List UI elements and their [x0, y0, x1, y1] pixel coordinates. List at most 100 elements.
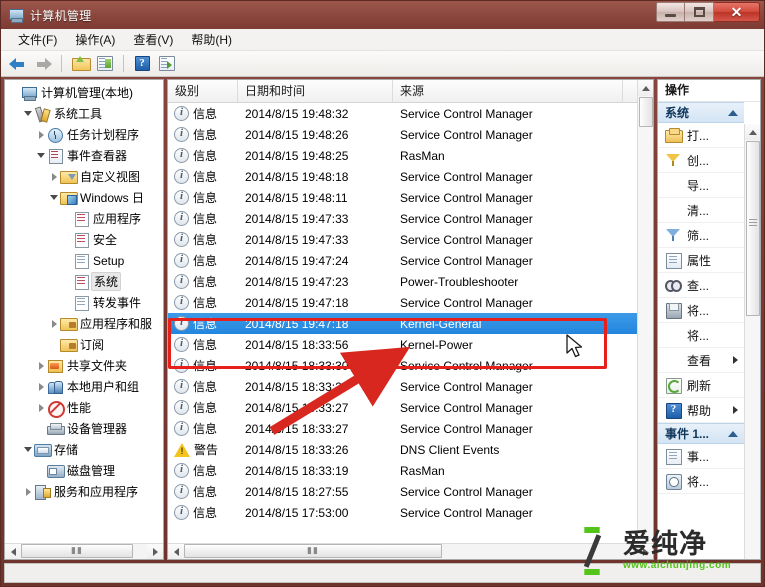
column-source[interactable]: 来源: [393, 80, 623, 103]
chevron-right-icon[interactable]: [48, 172, 60, 181]
chevron-up-icon[interactable]: [728, 430, 738, 437]
event-row[interactable]: 信息 2014/8/15 18:27:55 Service Control Mana…: [168, 481, 653, 502]
action-open-saved-log[interactable]: 打...: [658, 123, 744, 148]
event-row[interactable]: 信息 2014/8/15 18:33:19 RasMan: [168, 460, 653, 481]
tree-node-device-manager[interactable]: 设备管理器: [5, 418, 163, 439]
event-row[interactable]: 信息 2014/8/15 18:33:27 Service Control Mana…: [168, 418, 653, 439]
chevron-down-icon[interactable]: [35, 153, 47, 158]
event-row[interactable]: 信息 2014/8/15 18:33:30 Service Control Mana…: [168, 355, 653, 376]
event-row[interactable]: 信息 2014/8/15 19:47:24 Service Control Mana…: [168, 250, 653, 271]
chevron-right-icon[interactable]: [35, 403, 47, 412]
event-row[interactable]: 信息 2014/8/15 19:48:26 Service Control Mana…: [168, 124, 653, 145]
chevron-right-icon[interactable]: [22, 487, 34, 496]
tree-node-services-and-applications[interactable]: 服务和应用程序: [5, 481, 163, 502]
menu-help[interactable]: 帮助(H): [182, 29, 241, 50]
event-row[interactable]: 信息 2014/8/15 19:48:25 RasMan: [168, 145, 653, 166]
column-level[interactable]: 级别: [168, 80, 238, 103]
maximize-button[interactable]: [685, 2, 714, 22]
tree-scroll-track[interactable]: ▮▮: [21, 543, 147, 560]
action-group-system[interactable]: 系统: [658, 102, 744, 123]
back-button[interactable]: [7, 53, 29, 74]
tree-node-storage[interactable]: 存储: [5, 439, 163, 460]
event-row[interactable]: 信息 2014/8/15 19:47:23 Power-Troubleshooter: [168, 271, 653, 292]
help-button[interactable]: ?: [131, 53, 153, 74]
tree-node-windows-logs[interactable]: Windows 日: [5, 187, 163, 208]
tree-node-setup-log[interactable]: Setup: [5, 250, 163, 271]
tree-horizontal-scrollbar[interactable]: ▮▮: [5, 543, 163, 559]
chevron-down-icon[interactable]: [22, 111, 34, 116]
tree-node-performance[interactable]: 性能: [5, 397, 163, 418]
list-scroll-thumb[interactable]: ▮▮: [184, 543, 442, 558]
event-row[interactable]: 信息 2014/8/15 18:33:29 Service Control Mana…: [168, 376, 653, 397]
up-one-level-button[interactable]: [69, 53, 91, 74]
list-scroll-left-button[interactable]: [168, 543, 184, 559]
action-group-event[interactable]: 事件 1...: [658, 423, 744, 444]
action-find[interactable]: 查...: [658, 273, 744, 298]
action-help[interactable]: 帮助: [658, 398, 744, 423]
event-row[interactable]: 信息 2014/8/15 19:48:11 Service Control Mana…: [168, 187, 653, 208]
action-view[interactable]: 查看: [658, 348, 744, 373]
event-row[interactable]: 信息 2014/8/15 19:47:33 Service Control Mana…: [168, 208, 653, 229]
event-row[interactable]: 信息 2014/8/15 18:33:27 Service Control Mana…: [168, 397, 653, 418]
tree-node-computer-management[interactable]: 计算机管理(本地): [5, 82, 163, 103]
list-scroll-up-button[interactable]: [638, 80, 653, 96]
menu-action[interactable]: 操作(A): [66, 29, 124, 50]
tree-node-applications-and-services-logs[interactable]: 应用程序和服: [5, 313, 163, 334]
tree-scroll-right-button[interactable]: [147, 543, 163, 559]
event-source-cell: Service Control Manager: [400, 505, 533, 520]
action-create-custom-view[interactable]: 创...: [658, 148, 744, 173]
tree-node-local-users-and-groups[interactable]: 本地用户和组: [5, 376, 163, 397]
close-button[interactable]: ✕: [714, 2, 760, 22]
forward-button[interactable]: [32, 53, 54, 74]
column-date-time[interactable]: 日期和时间: [238, 80, 393, 103]
tree-node-security-log[interactable]: 安全: [5, 229, 163, 250]
menu-view[interactable]: 查看(V): [124, 29, 182, 50]
chevron-right-icon[interactable]: [48, 319, 60, 328]
tree-scroll-thumb[interactable]: ▮▮: [21, 543, 133, 558]
chevron-right-icon[interactable]: [35, 361, 47, 370]
action-save-events-as[interactable]: 将...: [658, 298, 744, 323]
action-attach-task-to-event[interactable]: 将...: [658, 469, 744, 494]
tree-node-custom-views[interactable]: 自定义视图: [5, 166, 163, 187]
menu-file[interactable]: 文件(F): [9, 29, 66, 50]
event-row[interactable]: 信息 2014/8/15 19:48:32 Service Control Mana…: [168, 103, 653, 124]
tree-node-system-tools[interactable]: 系统工具: [5, 103, 163, 124]
event-row[interactable]: 信息 2014/8/15 18:33:56 Kernel-Power: [168, 334, 653, 355]
list-vertical-scroll-thumb[interactable]: [639, 97, 653, 127]
tree-node-subscriptions[interactable]: 订阅: [5, 334, 163, 355]
actions-vertical-scrollbar[interactable]: [744, 124, 760, 559]
tree-node-event-viewer[interactable]: 事件查看器: [5, 145, 163, 166]
event-row[interactable]: 信息 2014/8/15 19:47:33 Service Control Mana…: [168, 229, 653, 250]
event-row[interactable]: 信息 2014/8/15 17:53:00 Service Control Mana…: [168, 502, 653, 523]
action-import-custom-view[interactable]: 导...: [658, 173, 744, 198]
chevron-right-icon[interactable]: [35, 130, 47, 139]
list-vertical-scrollbar[interactable]: [637, 80, 653, 542]
action-properties[interactable]: 属性: [658, 248, 744, 273]
event-row[interactable]: 警告 2014/8/15 18:33:26 DNS Client Events: [168, 439, 653, 460]
minimize-button[interactable]: [656, 2, 685, 22]
chevron-down-icon[interactable]: [22, 447, 34, 452]
event-row[interactable]: 信息 2014/8/15 19:47:18 Service Control Mana…: [168, 292, 653, 313]
event-row[interactable]: 信息 2014/8/15 19:47:18 Kernel-General: [168, 313, 653, 334]
tree-node-disk-management[interactable]: 磁盘管理: [5, 460, 163, 481]
action-refresh[interactable]: 刷新: [658, 373, 744, 398]
tree-node-task-scheduler[interactable]: 任务计划程序: [5, 124, 163, 145]
event-row[interactable]: 信息 2014/8/15 19:48:18 Service Control Mana…: [168, 166, 653, 187]
tree-node-system-log[interactable]: 系统: [5, 271, 163, 292]
properties-button[interactable]: [94, 53, 116, 74]
chevron-right-icon[interactable]: [35, 382, 47, 391]
action-attach-task-to-log[interactable]: 将...: [658, 323, 744, 348]
show-action-pane-button[interactable]: [156, 53, 178, 74]
action-clear-log[interactable]: 清...: [658, 198, 744, 223]
tree-node-forwarded-events[interactable]: 转发事件: [5, 292, 163, 313]
actions-scroll-up-button[interactable]: [745, 124, 760, 140]
title-bar[interactable]: 计算机管理 ✕: [1, 1, 764, 29]
action-event-properties[interactable]: 事...: [658, 444, 744, 469]
tree-node-shared-folders[interactable]: 共享文件夹: [5, 355, 163, 376]
tree-scroll-left-button[interactable]: [5, 543, 21, 559]
action-filter-current-log[interactable]: 筛...: [658, 223, 744, 248]
chevron-up-icon[interactable]: [728, 109, 738, 116]
tree-node-application-log[interactable]: 应用程序: [5, 208, 163, 229]
chevron-down-icon[interactable]: [48, 195, 60, 200]
actions-vertical-scroll-thumb[interactable]: [746, 141, 760, 316]
